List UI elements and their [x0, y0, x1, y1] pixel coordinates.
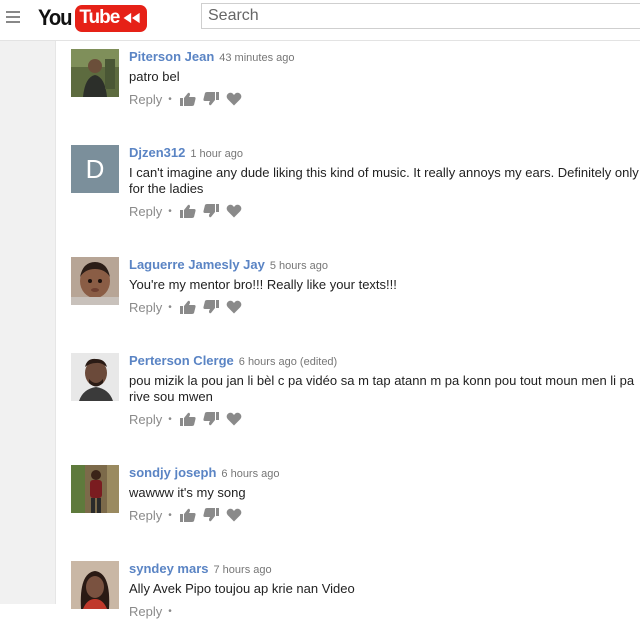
left-sidebar [0, 41, 56, 604]
comment-text: I can't imagine any dude liking this kin… [129, 165, 639, 196]
comment-time[interactable]: 43 minutes ago [219, 52, 294, 64]
reply-button[interactable]: Reply [129, 204, 162, 219]
avatar[interactable] [71, 353, 119, 401]
comment-time[interactable]: 7 hours ago [214, 564, 272, 576]
comment-author[interactable]: Piterson Jean [129, 49, 214, 64]
reply-button[interactable]: Reply [129, 412, 162, 427]
logo-tube-text: Tube [79, 7, 120, 28]
comment-author[interactable]: Perterson Clerge [129, 353, 234, 368]
logo-tube-badge: Tube [75, 4, 148, 32]
thumbs-up-icon[interactable] [179, 300, 196, 314]
reply-button[interactable]: Reply [129, 604, 162, 619]
comment-text: patro bel [129, 69, 180, 84]
menu-icon[interactable] [6, 11, 20, 23]
separator-dot: • [168, 93, 172, 105]
heart-icon[interactable] [226, 204, 242, 218]
separator-dot: • [168, 413, 172, 425]
comment-author[interactable]: Laguerre Jamesly Jay [129, 257, 265, 272]
comment-author[interactable]: Djzen312 [129, 145, 185, 160]
comment-author[interactable]: sondjy joseph [129, 465, 216, 480]
heart-icon[interactable] [226, 300, 242, 314]
comment-text: Ally Avek Pipo toujou ap krie nan Video [129, 581, 355, 596]
avatar[interactable] [71, 49, 119, 97]
separator-dot: • [168, 509, 172, 521]
separator-dot: • [168, 205, 172, 217]
comment-time[interactable]: 6 hours ago (edited) [239, 356, 337, 368]
youtube-logo[interactable]: You Tube [38, 3, 148, 33]
comment-time[interactable]: 5 hours ago [270, 260, 328, 272]
separator-dot: • [168, 301, 172, 313]
avatar[interactable] [71, 257, 119, 305]
search-input[interactable] [202, 4, 628, 28]
avatar[interactable] [71, 465, 119, 513]
heart-icon[interactable] [226, 92, 242, 106]
play-rewind-icon [123, 12, 140, 24]
reply-button[interactable]: Reply [129, 92, 162, 107]
thumbs-up-icon[interactable] [179, 92, 196, 106]
thumbs-down-icon[interactable] [203, 412, 219, 426]
search-box[interactable] [201, 3, 640, 29]
comment-text: pou mizik la pou jan li bèl c pa vidéo s… [129, 373, 635, 404]
thumbs-down-icon[interactable] [203, 300, 219, 314]
thumbs-down-icon[interactable] [203, 92, 219, 106]
heart-icon[interactable] [226, 508, 242, 522]
top-bar: You Tube [0, 0, 640, 41]
comment-time[interactable]: 1 hour ago [190, 148, 243, 160]
heart-icon[interactable] [226, 412, 242, 426]
reply-button[interactable]: Reply [129, 300, 162, 315]
comment-text: You're my mentor bro!!! Really like your… [129, 277, 397, 292]
thumbs-up-icon[interactable] [179, 412, 196, 426]
avatar[interactable]: D [71, 145, 119, 193]
thumbs-down-icon[interactable] [203, 204, 219, 218]
avatar[interactable] [71, 561, 119, 609]
thumbs-up-icon[interactable] [179, 508, 196, 522]
comment-text: wawww it's my song [129, 485, 246, 500]
separator-dot: • [168, 605, 172, 617]
thumbs-up-icon[interactable] [179, 204, 196, 218]
comment-author[interactable]: syndey mars [129, 561, 209, 576]
reply-button[interactable]: Reply [129, 508, 162, 523]
thumbs-down-icon[interactable] [203, 508, 219, 522]
logo-text: You [38, 5, 73, 30]
comment-time[interactable]: 6 hours ago [221, 468, 279, 480]
